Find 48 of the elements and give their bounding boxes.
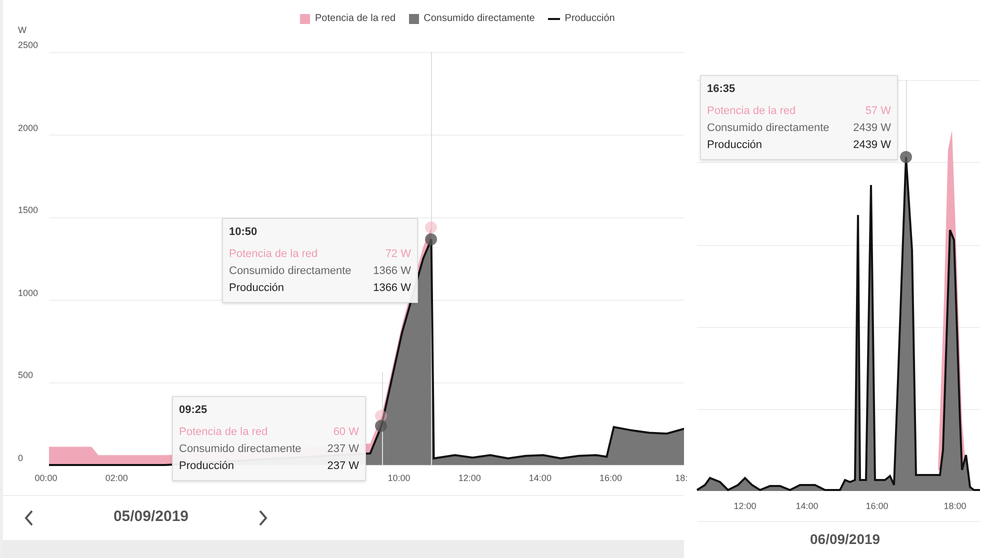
- axis-tick-label: 14:00: [796, 500, 818, 513]
- axis-tick-label: 2000: [18, 122, 38, 135]
- axis-tick-label: 02:00: [105, 472, 128, 485]
- tooltip-value: 237 W: [327, 458, 359, 474]
- axis-tick-label: 1000: [18, 286, 38, 300]
- axis-tick-label: 16:00: [866, 500, 888, 513]
- axis-tick-label: 16:00: [600, 472, 622, 485]
- tooltip-value: 2439 W: [853, 138, 891, 152]
- legend-label: Consumido directamente: [424, 12, 535, 26]
- axis-tick-label: 10:00: [388, 472, 410, 485]
- tooltip-label: Potencia de la red: [707, 104, 796, 118]
- axis-tick-label: 18:: [675, 472, 688, 485]
- tooltip-time: 16:35: [707, 82, 736, 97]
- tooltip-value: 72 W: [385, 246, 411, 262]
- tooltip-value: 237 W: [327, 442, 359, 456]
- tooltip-value: 60 W: [333, 424, 359, 440]
- tooltip-label: Consumido directamente: [707, 120, 830, 136]
- axis-tick-label: 18:00: [944, 500, 966, 513]
- tooltip-label: Potencia de la red: [179, 424, 268, 440]
- tooltip-time: 09:25: [179, 403, 208, 418]
- axis-tick-label: 12:00: [734, 500, 756, 513]
- tooltip-label: Producción: [179, 458, 234, 474]
- axis-tick-label: 12:00: [458, 472, 481, 485]
- tooltip-label: Potencia de la red: [229, 246, 318, 262]
- axis-tick-label: 00:00: [34, 472, 58, 485]
- date-label: 06/09/2019: [810, 530, 880, 549]
- tooltip-label: Producción: [707, 138, 762, 152]
- axis-title: W: [18, 24, 26, 37]
- axis-tick-label: 1500: [18, 204, 38, 218]
- tooltip-value: 1366 W: [373, 280, 411, 296]
- tooltip-label: Consumido directamente: [229, 264, 352, 278]
- point-marker: [425, 221, 437, 246]
- tooltip-time: 10:50: [229, 225, 258, 240]
- point-marker: [375, 410, 387, 432]
- axis-tick-label: 500: [18, 369, 34, 382]
- tooltip-label: Consumido directamente: [179, 442, 302, 456]
- tooltip-label: Producción: [229, 280, 284, 296]
- chevron-right-icon: [257, 508, 269, 526]
- tooltip-value: 2439 W: [853, 120, 891, 136]
- axis-tick-label: 14:00: [528, 472, 552, 485]
- axis-tick-label: 2500: [18, 39, 38, 52]
- axis-tick-label: 0: [18, 452, 24, 465]
- tooltip-value: 1366 W: [373, 264, 411, 278]
- chevron-left-icon: [23, 508, 35, 526]
- legend-label: Producción: [564, 12, 615, 26]
- legend-label: Potencia de la red: [315, 12, 396, 26]
- date-label: 05/09/2019: [112, 507, 190, 528]
- tooltip-value: 57 W: [865, 104, 891, 118]
